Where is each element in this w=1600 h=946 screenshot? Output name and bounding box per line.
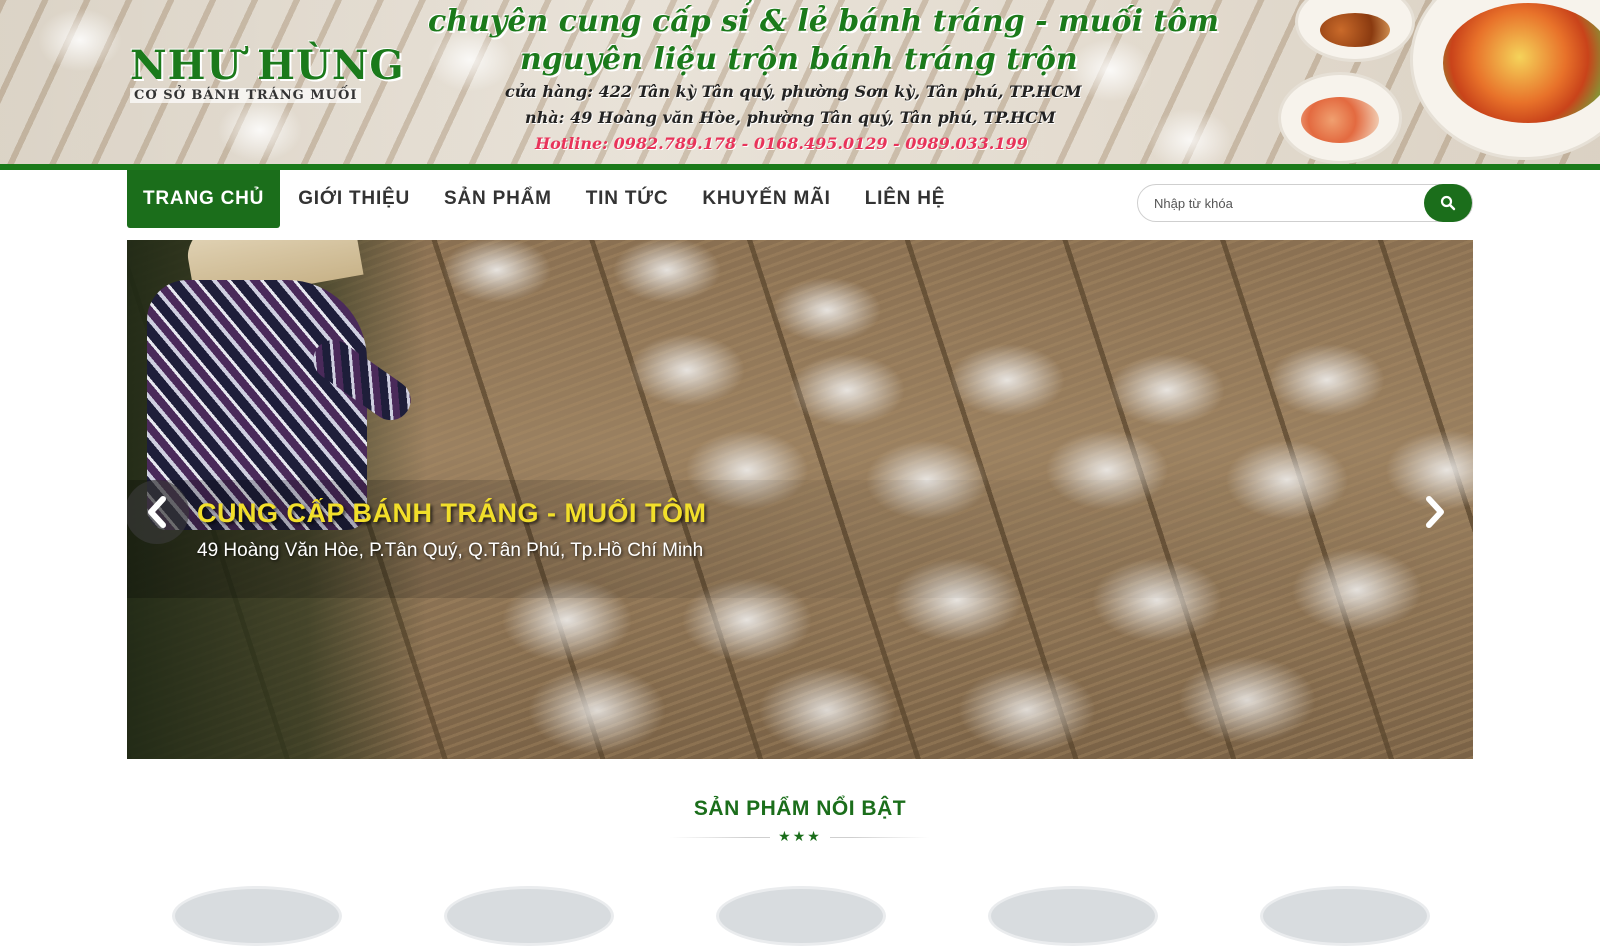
chevron-left-icon xyxy=(148,496,166,528)
banner-tagline-2: nguyên liệu trộn bánh tráng trộn xyxy=(520,42,1078,77)
search-box xyxy=(1137,184,1473,222)
food-dish-image xyxy=(1278,72,1402,164)
search-input[interactable] xyxy=(1138,185,1420,221)
slider-next-button[interactable] xyxy=(1403,480,1467,544)
slide-caption-title: CUNG CẤP BÁNH TRÁNG - MUỐI TÔM xyxy=(197,498,707,528)
search-icon xyxy=(1440,195,1456,211)
nav-item-promotions[interactable]: KHUYẾN MÃI xyxy=(686,170,846,228)
nav-item-home[interactable]: TRANG CHỦ xyxy=(127,170,281,228)
product-thumbnail[interactable] xyxy=(1260,886,1430,946)
food-dish-image xyxy=(1410,0,1600,160)
search-button[interactable] xyxy=(1424,184,1472,222)
header-banner: NHƯ HÙNG CƠ SỞ BÁNH TRÁNG MUỐI chuyên cu… xyxy=(0,0,1600,164)
nav-item-about[interactable]: GIỚI THIỆU xyxy=(282,170,426,228)
product-thumbnail[interactable] xyxy=(716,886,886,946)
logo-title[interactable]: NHƯ HÙNG xyxy=(130,42,405,89)
food-dish-image xyxy=(1295,0,1415,62)
product-thumbnail[interactable] xyxy=(988,886,1158,946)
nav-item-contact[interactable]: LIÊN HỆ xyxy=(849,170,962,228)
stars-decoration: ★★★ xyxy=(770,828,830,844)
slide-caption-subtitle: 49 Hoàng Văn Hòe, P.Tân Quý, Q.Tân Phú, … xyxy=(197,540,704,561)
main-nav: TRANG CHỦ GIỚI THIỆU SẢN PHẨM TIN TỨC KH… xyxy=(127,170,963,228)
banner-shop-address: cửa hàng: 422 Tân kỳ Tân quý, phường Sơn… xyxy=(505,82,1082,101)
product-thumbnail[interactable] xyxy=(172,886,342,946)
featured-section-title: SẢN PHẨM NỔI BẬT xyxy=(693,797,907,820)
banner-hotline: Hotline: 0982.789.178 - 0168.495.0129 - … xyxy=(535,134,1028,153)
chevron-right-icon xyxy=(1426,496,1444,528)
hero-slider: CUNG CẤP BÁNH TRÁNG - MUỐI TÔM 49 Hoàng … xyxy=(127,240,1473,759)
product-thumbnail[interactable] xyxy=(444,886,614,946)
banner-tagline-1: chuyên cung cấp sỉ & lẻ bánh tráng - muố… xyxy=(428,4,1220,39)
nav-item-news[interactable]: TIN TỨC xyxy=(570,170,685,228)
logo-subtitle: CƠ SỞ BÁNH TRÁNG MUỐI xyxy=(130,88,362,103)
banner-home-address: nhà: 49 Hoàng văn Hòe, phường Tân quý, T… xyxy=(525,108,1056,127)
nav-item-products[interactable]: SẢN PHẨM xyxy=(428,170,568,228)
section-stars-wrap: ★★★ xyxy=(0,828,1600,845)
slider-prev-button[interactable] xyxy=(127,480,189,544)
